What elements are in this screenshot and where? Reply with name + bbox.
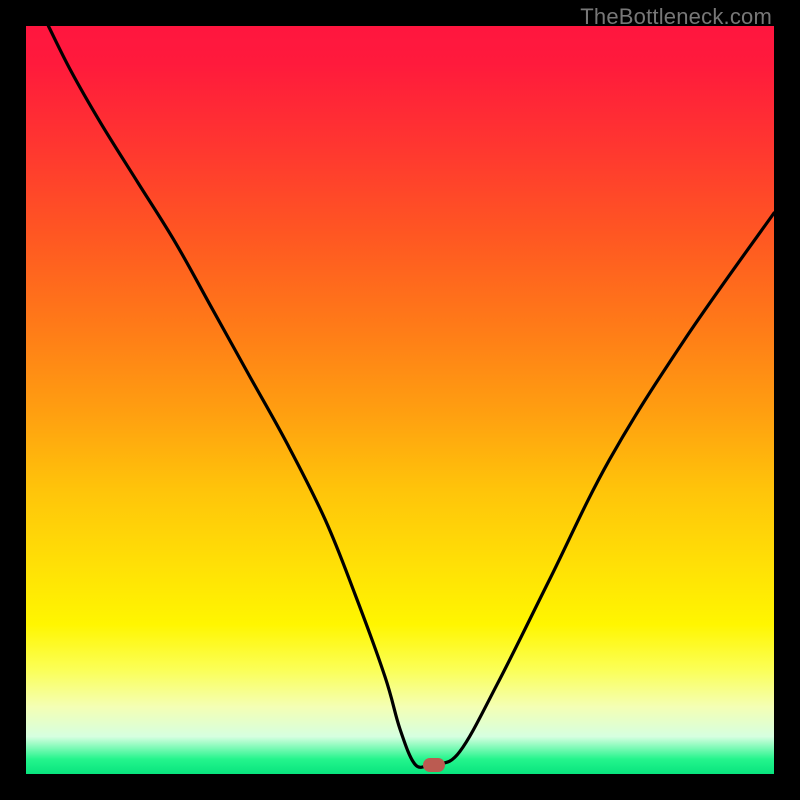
- optimal-marker: [423, 758, 445, 772]
- plot-area: [26, 26, 774, 774]
- chart-frame: TheBottleneck.com: [0, 0, 800, 800]
- bottleneck-curve: [26, 26, 774, 774]
